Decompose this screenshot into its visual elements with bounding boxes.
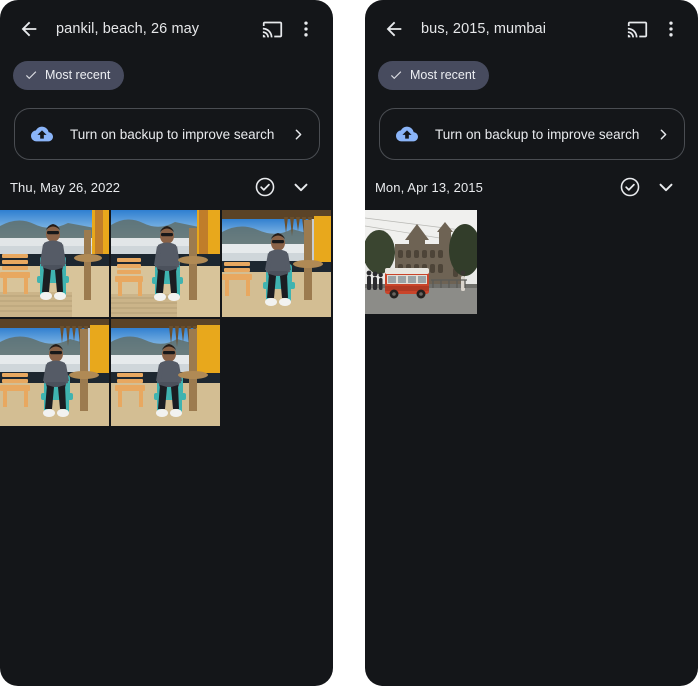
collapse-group-button[interactable] — [648, 169, 684, 205]
search-query-text[interactable]: bus, 2015, mumbai — [421, 21, 620, 37]
app-bar-1: pankil, beach, 26 may — [0, 0, 333, 58]
photo-tile[interactable] — [111, 210, 220, 317]
app-bar-2: bus, 2015, mumbai — [365, 0, 698, 58]
photo-tile[interactable] — [222, 210, 331, 317]
search-query-text[interactable]: pankil, beach, 26 may — [56, 21, 255, 37]
more-options-button[interactable] — [654, 12, 688, 46]
photo-thumbnail-3 — [222, 210, 331, 317]
photo-thumbnail-5 — [111, 319, 220, 426]
filter-chip-row-2: Most recent — [365, 58, 698, 92]
date-label: Mon, Apr 13, 2015 — [375, 179, 483, 195]
check-circle-outline-icon — [620, 177, 640, 197]
arrow-back-icon — [21, 21, 37, 37]
photo-thumbnail-bus — [365, 210, 477, 314]
search-results-screens: pankil, beach, 26 may Most recent Turn o… — [0, 0, 699, 686]
backup-banner[interactable]: Turn on backup to improve search — [14, 108, 320, 160]
phone-panel-2: bus, 2015, mumbai Most recent Turn on ba… — [365, 0, 698, 686]
chip-most-recent[interactable]: Most recent — [378, 60, 490, 90]
cast-button[interactable] — [620, 12, 654, 46]
photo-tile[interactable] — [0, 319, 109, 426]
date-header-2: Mon, Apr 13, 2015 — [365, 166, 698, 208]
chevron-right-icon — [295, 129, 302, 139]
chevron-right-icon — [660, 129, 667, 139]
photo-tile[interactable] — [0, 210, 109, 317]
phone-panel-1: pankil, beach, 26 may Most recent Turn o… — [0, 0, 333, 686]
check-icon — [390, 71, 402, 80]
photo-tile[interactable] — [111, 319, 220, 426]
back-button[interactable] — [12, 12, 46, 46]
collapse-group-button[interactable] — [283, 169, 319, 205]
date-header-1: Thu, May 26, 2022 — [0, 166, 333, 208]
more-options-button[interactable] — [289, 12, 323, 46]
cast-button[interactable] — [255, 12, 289, 46]
chip-label: Most recent — [410, 68, 476, 82]
chevron-down-icon — [659, 183, 673, 192]
backup-banner-wrap-2: Turn on backup to improve search — [365, 92, 698, 160]
backup-banner-wrap-1: Turn on backup to improve search — [0, 92, 333, 160]
select-all-button[interactable] — [612, 169, 648, 205]
more-vert-icon — [669, 21, 673, 37]
check-circle-outline-icon — [255, 177, 275, 197]
backup-banner-label: Turn on backup to improve search — [70, 126, 275, 142]
chevron-down-icon — [294, 183, 308, 192]
cloud-upload-icon — [396, 126, 418, 142]
photo-tile[interactable] — [365, 210, 477, 314]
cast-icon — [262, 21, 282, 37]
photo-grid-2 — [365, 210, 698, 314]
select-all-button[interactable] — [247, 169, 283, 205]
check-icon — [25, 71, 37, 80]
more-vert-icon — [304, 21, 308, 37]
chip-most-recent[interactable]: Most recent — [13, 60, 125, 90]
cast-icon — [627, 21, 647, 37]
back-button[interactable] — [377, 12, 411, 46]
chip-label: Most recent — [45, 68, 111, 82]
photo-grid-1 — [0, 210, 333, 426]
date-label: Thu, May 26, 2022 — [10, 179, 121, 195]
cloud-upload-icon — [31, 126, 53, 142]
filter-chip-row-1: Most recent — [0, 58, 333, 92]
photo-thumbnail-4 — [0, 319, 109, 426]
photo-thumbnail-1 — [0, 210, 109, 317]
photo-thumbnail-2 — [111, 210, 220, 317]
arrow-back-icon — [386, 21, 402, 37]
backup-banner[interactable]: Turn on backup to improve search — [379, 108, 685, 160]
backup-banner-label: Turn on backup to improve search — [435, 126, 640, 142]
